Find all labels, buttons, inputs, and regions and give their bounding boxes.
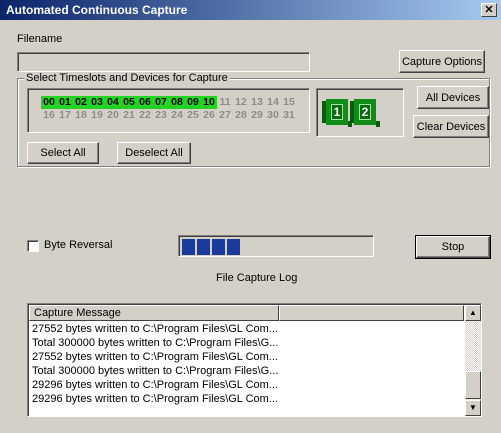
scroll-thumb[interactable] [465,371,481,399]
timeslot-09[interactable]: 09 [185,96,201,109]
timeslot-29[interactable]: 29 [249,109,265,122]
progress-block [212,239,225,255]
list-item[interactable]: 29296 bytes written to C:\Program Files\… [32,378,464,392]
timeslot-10[interactable]: 10 [201,96,217,109]
filename-field[interactable] [17,52,310,72]
timeslot-00[interactable]: 00 [41,96,57,109]
stop-button[interactable]: Stop [415,235,491,259]
column-header-capture-message[interactable]: Capture Message [29,305,279,321]
timeslot-24[interactable]: 24 [169,109,185,122]
group-title: Select Timeslots and Devices for Capture [24,72,230,84]
scroll-up-icon: ▲ [469,308,477,317]
scroll-up-button[interactable]: ▲ [465,305,481,321]
scroll-down-button[interactable]: ▼ [465,400,481,416]
timeslot-03[interactable]: 03 [89,96,105,109]
list-item[interactable]: 27552 bytes written to C:\Program Files\… [32,322,464,336]
timeslot-30[interactable]: 30 [265,109,281,122]
capture-log-list[interactable]: Capture Message 27552 bytes written to C… [27,303,482,417]
all-devices-button[interactable]: All Devices [417,86,489,109]
progress-block [227,239,240,255]
timeslot-19[interactable]: 19 [89,109,105,122]
filename-label: Filename [17,33,63,45]
list-item[interactable]: Total 300000 bytes written to C:\Program… [32,336,464,350]
deselect-all-button[interactable]: Deselect All [117,142,191,164]
scroll-down-icon: ▼ [469,403,477,412]
timeslot-20[interactable]: 20 [105,109,121,122]
list-item[interactable]: Total 300000 bytes written to C:\Program… [32,364,464,378]
close-icon: ✕ [484,3,494,16]
timeslot-18[interactable]: 18 [73,109,89,122]
capture-progress-bar [178,235,374,257]
column-header-empty[interactable] [279,305,464,321]
timeslot-31[interactable]: 31 [281,109,297,122]
log-scrollbar[interactable]: ▲ ▼ [465,305,481,416]
progress-block [197,239,210,255]
file-capture-log-label: File Capture Log [216,272,298,284]
log-rows: 27552 bytes written to C:\Program Files\… [32,322,464,406]
timeslot-25[interactable]: 25 [185,109,201,122]
list-item[interactable]: 29296 bytes written to C:\Program Files\… [32,392,464,406]
timeslot-16[interactable]: 16 [41,109,57,122]
progress-block [182,239,195,255]
select-all-button[interactable]: Select All [27,142,99,164]
timeslot-23[interactable]: 23 [153,109,169,122]
timeslot-01[interactable]: 01 [57,96,73,109]
device-card-1-label: 1 [330,104,344,120]
timeslot-row-1: 00 01 02 03 04 05 06 07 08 09 10 11 12 13 14 15 [41,96,297,109]
timeslot-13[interactable]: 13 [249,96,265,109]
timeslot-27[interactable]: 27 [217,109,233,122]
clear-devices-button[interactable]: Clear Devices [413,115,489,138]
timeslot-06[interactable]: 06 [137,96,153,109]
device-card-2[interactable]: 2 [350,99,380,127]
timeslot-21[interactable]: 21 [121,109,137,122]
timeslot-row-2: 16 17 18 19 20 21 22 23 24 25 26 27 28 29 30 31 [41,109,297,122]
timeslot-12[interactable]: 12 [233,96,249,109]
timeslot-14[interactable]: 14 [265,96,281,109]
byte-reversal-label: Byte Reversal [44,239,113,251]
timeslot-08[interactable]: 08 [169,96,185,109]
timeslot-26[interactable]: 26 [201,109,217,122]
timeslot-15[interactable]: 15 [281,96,297,109]
timeslot-04[interactable]: 04 [105,96,121,109]
byte-reversal-checkbox[interactable] [27,240,39,252]
timeslot-11[interactable]: 11 [217,96,233,109]
timeslot-07[interactable]: 07 [153,96,169,109]
timeslot-05[interactable]: 05 [121,96,137,109]
device-card-1[interactable]: 1 [322,99,352,127]
close-button[interactable]: ✕ [481,3,497,17]
device-panel: 1 2 [316,88,404,137]
window-title: Automated Continuous Capture [6,3,188,17]
list-item[interactable]: 27552 bytes written to C:\Program Files\… [32,350,464,364]
timeslot-22[interactable]: 22 [137,109,153,122]
timeslot-28[interactable]: 28 [233,109,249,122]
capture-options-button[interactable]: Capture Options [399,50,485,73]
timeslot-02[interactable]: 02 [73,96,89,109]
timeslot-panel: 00 01 02 03 04 05 06 07 08 09 10 11 12 13 14 15 16 17 18 1… [27,88,310,133]
device-card-2-label: 2 [358,104,372,120]
timeslot-17[interactable]: 17 [57,109,73,122]
